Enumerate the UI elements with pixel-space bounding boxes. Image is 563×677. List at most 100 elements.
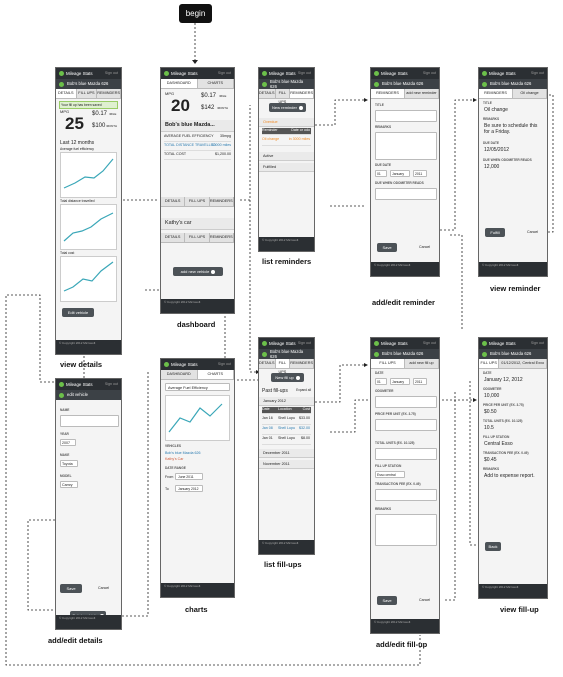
year-select[interactable]: 2007 [60, 439, 76, 446]
sign-out-link[interactable]: Sign out [105, 382, 118, 386]
price-input[interactable] [375, 419, 437, 431]
month-select[interactable]: January [390, 170, 410, 177]
odometer-input[interactable] [375, 396, 437, 408]
back-icon[interactable] [262, 81, 267, 87]
app-name: Mileage Stats [66, 381, 93, 387]
chart-select[interactable]: Average Fuel Efficiency [165, 383, 230, 391]
back-icon[interactable] [374, 351, 379, 357]
month-select[interactable]: January [390, 378, 410, 385]
new-reminder-button[interactable]: New reminder [269, 103, 306, 112]
tab-details[interactable]: DETAILS [161, 233, 186, 242]
tab-fill-ups[interactable]: FILL UPS [479, 359, 500, 368]
vehicle-option-kathy[interactable]: Kathy's Car [165, 457, 183, 461]
tab-details[interactable]: DETAILS [56, 89, 77, 98]
tab-charts[interactable]: CHARTS [197, 370, 234, 379]
tab-reminders[interactable]: REMINDERS [479, 89, 513, 98]
tab-details[interactable]: DETAILS [259, 89, 276, 98]
fee-input[interactable] [375, 489, 437, 501]
sign-out-link[interactable]: Sign out [423, 71, 436, 75]
app-header: Mileage Stats Sign out [161, 359, 234, 370]
new-fillup-button[interactable]: New fill up [271, 373, 304, 382]
tab-reminders[interactable]: REMINDERS [371, 89, 405, 98]
back-icon[interactable] [374, 81, 379, 87]
tab-reminders[interactable]: REMINDERS [290, 359, 314, 368]
add-vehicle-button[interactable]: add new vehicle [173, 267, 223, 276]
save-button[interactable]: Save [377, 243, 397, 252]
year-select[interactable]: 2011 [413, 378, 427, 385]
to-select[interactable]: January 2012 [175, 485, 203, 492]
save-button[interactable]: Save [60, 584, 82, 593]
vehicle-tabs: DETAILS FILL UPS REMINDERS [56, 89, 121, 99]
tab-fill-ups[interactable]: FILL UPS [185, 233, 210, 242]
day-select[interactable]: 01 [375, 170, 387, 177]
from-select[interactable]: June 2011 [175, 473, 203, 480]
vehicle-option-bob[interactable]: Bob's blue Mazda 626 [165, 451, 200, 455]
fillup-row[interactable]: Jan 16 Shell Lupu $33.00 [262, 416, 311, 425]
title-value: Oil change [484, 107, 508, 113]
cancel-link[interactable]: Cancel [527, 230, 538, 234]
back-icon[interactable] [482, 351, 487, 357]
sign-out-link[interactable]: Sign out [218, 71, 231, 75]
tab-reminders[interactable]: REMINDERS [290, 89, 314, 98]
station-label: FILL UP STATION [375, 464, 402, 468]
reminder-row[interactable]: Oil change in 3000 miles [262, 137, 311, 146]
units-input[interactable] [375, 448, 437, 460]
back-icon[interactable] [262, 351, 267, 357]
back-icon[interactable] [482, 81, 487, 87]
sign-out-link[interactable]: Sign out [298, 71, 311, 75]
expand-all-link[interactable]: Expand all [296, 388, 311, 393]
vehicle-card-bob[interactable]: Bob's blue Mazda... [161, 120, 234, 132]
remarks-input[interactable] [375, 132, 437, 160]
tab-details[interactable]: DETAILS [161, 197, 186, 206]
tab-fill-ups[interactable]: FILL UPS [185, 197, 210, 206]
sign-out-link[interactable]: Sign out [105, 71, 118, 75]
remarks-input[interactable] [375, 514, 437, 546]
tab-fill-ups[interactable]: FILL UPS [276, 89, 291, 104]
edit-vehicle-button[interactable]: Edit vehicle [62, 308, 94, 317]
cancel-link[interactable]: Cancel [419, 598, 430, 602]
vehicle-card-kathy[interactable]: Kathy's car [161, 218, 234, 230]
station-select[interactable]: Esso central [375, 471, 405, 478]
sign-out-link[interactable]: Sign out [531, 341, 544, 345]
cancel-link[interactable]: Cancel [98, 586, 109, 590]
save-button[interactable]: Save [377, 596, 397, 605]
fulfill-button[interactable]: Fulfill [485, 228, 505, 237]
active-section[interactable]: Active [259, 152, 314, 161]
back-icon[interactable] [59, 392, 64, 398]
tab-dashboard[interactable]: DASHBOARD [161, 79, 198, 88]
fee-label: TRANSACTION FEE (EX. 0.49) [483, 451, 529, 455]
tab-dashboard[interactable]: DASHBOARD [161, 370, 198, 379]
month-section[interactable]: December 2011 [259, 449, 314, 458]
cancel-link[interactable]: Cancel [419, 245, 430, 249]
tab-details[interactable]: DETAILS [259, 359, 276, 368]
tab-charts[interactable]: CHARTS [198, 79, 234, 88]
overdue-section[interactable]: Overdue [259, 118, 314, 127]
title-input[interactable] [375, 110, 437, 122]
name-input[interactable] [60, 415, 119, 427]
month-section[interactable]: January 2012 [259, 397, 314, 406]
tab-fill-ups[interactable]: FILL UPS [371, 359, 405, 368]
day-select[interactable]: 01 [375, 378, 387, 385]
tab-fill-ups[interactable]: FILL UPS [77, 89, 98, 98]
fulfilled-section[interactable]: Fulfilled [259, 163, 314, 172]
month-section[interactable]: November 2011 [259, 460, 314, 469]
remarks-label: REMARKS [375, 507, 392, 511]
app-header: Mileage Stats Sign out [259, 338, 314, 349]
tab-reminders[interactable]: REMINDERS [210, 233, 234, 242]
make-select[interactable]: Toyota [60, 460, 78, 467]
app-header: Mileage Stats Sign out [161, 68, 234, 79]
model-select[interactable]: Camry [60, 481, 78, 488]
fillup-row[interactable]: Jan 01 Shell Lupu $8.00 [262, 436, 311, 445]
sign-out-link[interactable]: Sign out [298, 341, 311, 345]
sign-out-link[interactable]: Sign out [531, 71, 544, 75]
tab-reminders[interactable]: REMINDERS [210, 197, 234, 206]
back-icon[interactable] [59, 81, 64, 87]
back-button[interactable]: Back [485, 542, 501, 551]
fillup-row[interactable]: Jan 08 Shell Lupu $32.00 [262, 426, 311, 435]
year-select[interactable]: 2011 [413, 170, 427, 177]
sign-out-link[interactable]: Sign out [423, 341, 436, 345]
tab-reminders[interactable]: REMINDERS [97, 89, 121, 98]
sign-out-link[interactable]: Sign out [218, 362, 231, 366]
tab-fill-ups[interactable]: FILL UPS [275, 359, 291, 374]
odometer-input[interactable] [375, 188, 437, 200]
